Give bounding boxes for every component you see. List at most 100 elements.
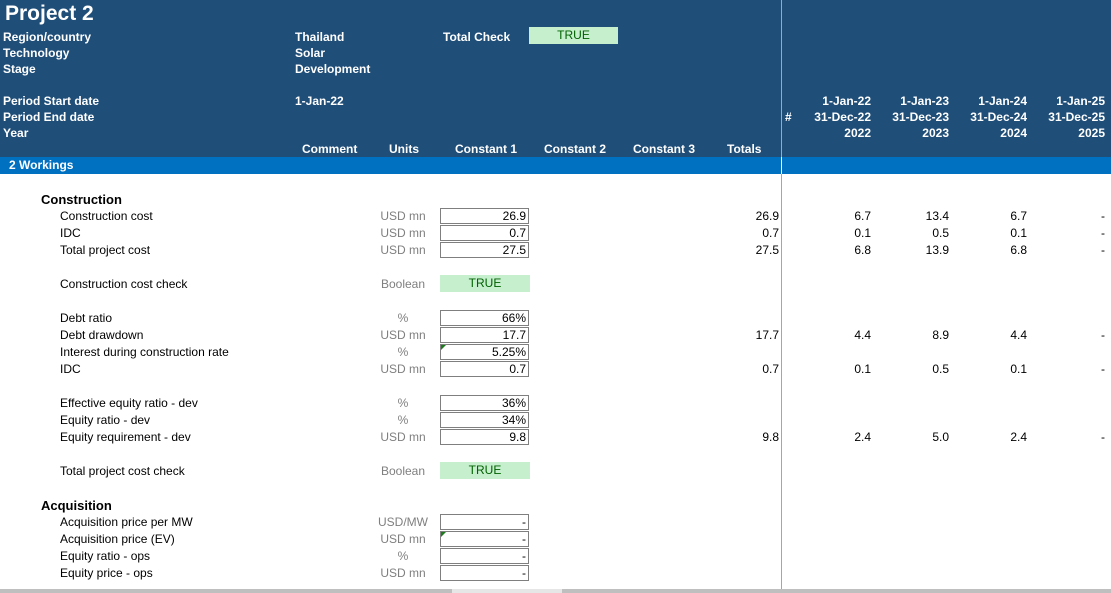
period-cell-2[interactable]: 13.4 bbox=[878, 209, 949, 223]
total-cell[interactable]: 0.7 bbox=[720, 226, 779, 240]
period-cell-1[interactable]: 0.1 bbox=[800, 226, 871, 240]
constant-1-cell[interactable]: 0.7 bbox=[440, 361, 529, 377]
period-year-col-1: 2022 bbox=[844, 126, 871, 140]
row-unit: USD mn bbox=[380, 328, 426, 342]
row-label: IDC bbox=[60, 226, 81, 240]
period-cell-1[interactable]: 2.4 bbox=[800, 430, 871, 444]
period-cell-2[interactable]: 13.9 bbox=[878, 243, 949, 257]
total-cell[interactable]: 0.7 bbox=[720, 362, 779, 376]
row-unit: % bbox=[397, 311, 409, 325]
col-header-units: Units bbox=[389, 142, 419, 156]
period-cell-4[interactable]: - bbox=[1034, 209, 1105, 223]
row-unit: USD mn bbox=[380, 226, 426, 240]
constant-1-cell[interactable]: 0.7 bbox=[440, 225, 529, 241]
row-unit: Boolean bbox=[380, 277, 426, 291]
period-cell-2[interactable]: 0.5 bbox=[878, 226, 949, 240]
project-title: Project 2 bbox=[5, 2, 94, 25]
period-cell-4[interactable]: - bbox=[1034, 328, 1105, 342]
hash-column-label: # bbox=[785, 110, 792, 124]
constant-1-cell[interactable]: 27.5 bbox=[440, 242, 529, 258]
value-technology[interactable]: Solar bbox=[295, 46, 325, 60]
row-unit: USD mn bbox=[380, 362, 426, 376]
horizontal-scrollbar[interactable] bbox=[0, 589, 1111, 593]
period-cell-4[interactable]: - bbox=[1034, 362, 1105, 376]
row-unit: % bbox=[397, 413, 409, 427]
row-label: Construction cost bbox=[60, 209, 153, 223]
check-value-cell[interactable]: TRUE bbox=[440, 275, 530, 292]
constant-1-cell[interactable]: 9.8 bbox=[440, 429, 529, 445]
total-cell[interactable]: 27.5 bbox=[720, 243, 779, 257]
period-start-col-2: 1-Jan-23 bbox=[900, 94, 949, 108]
period-cell-4[interactable]: - bbox=[1034, 226, 1105, 240]
row-unit: Boolean bbox=[380, 464, 426, 478]
period-cell-2[interactable]: 5.0 bbox=[878, 430, 949, 444]
period-cell-1[interactable]: 0.1 bbox=[800, 362, 871, 376]
constant-1-cell[interactable]: 17.7 bbox=[440, 327, 529, 343]
total-cell[interactable]: 17.7 bbox=[720, 328, 779, 342]
period-cell-3[interactable]: 6.8 bbox=[956, 243, 1027, 257]
total-check-value[interactable]: TRUE bbox=[529, 27, 618, 44]
col-header-comment: Comment bbox=[302, 142, 358, 156]
row-label: Equity ratio - dev bbox=[60, 413, 151, 427]
period-cell-3[interactable]: 2.4 bbox=[956, 430, 1027, 444]
row-label: IDC bbox=[60, 362, 81, 376]
row-unit: % bbox=[397, 396, 409, 410]
col-header-constant-1: Constant 1 bbox=[455, 142, 518, 156]
sheet-header: Project 2 Region/country Technology Stag… bbox=[0, 0, 1111, 157]
row-unit: USD mn bbox=[380, 243, 426, 257]
period-end-col-2: 31-Dec-23 bbox=[892, 110, 949, 124]
row-unit: USD mn bbox=[380, 532, 426, 546]
value-region[interactable]: Thailand bbox=[295, 30, 344, 44]
constant-1-cell[interactable]: - bbox=[440, 565, 529, 581]
period-cell-3[interactable]: 0.1 bbox=[956, 226, 1027, 240]
value-stage[interactable]: Development bbox=[295, 62, 370, 76]
row-label: Construction cost check bbox=[60, 277, 188, 291]
constant-1-cell[interactable]: - bbox=[440, 531, 529, 547]
total-cell[interactable]: 26.9 bbox=[720, 209, 779, 223]
period-start-col-3: 1-Jan-24 bbox=[978, 94, 1027, 108]
period-start-col-4: 1-Jan-25 bbox=[1056, 94, 1105, 108]
constant-1-cell[interactable]: - bbox=[440, 548, 529, 564]
period-cell-2[interactable]: 8.9 bbox=[878, 328, 949, 342]
row-unit: % bbox=[397, 345, 409, 359]
label-technology: Technology bbox=[3, 46, 70, 60]
period-start-col-1: 1-Jan-22 bbox=[822, 94, 871, 108]
check-value-cell[interactable]: TRUE bbox=[440, 462, 530, 479]
constant-1-cell[interactable]: - bbox=[440, 514, 529, 530]
period-cell-3[interactable]: 4.4 bbox=[956, 328, 1027, 342]
period-cell-1[interactable]: 6.8 bbox=[800, 243, 871, 257]
row-label: Interest during construction rate bbox=[60, 345, 229, 359]
row-unit: USD mn bbox=[380, 430, 426, 444]
scrollbar-track-left[interactable] bbox=[0, 589, 452, 593]
constant-1-cell[interactable]: 26.9 bbox=[440, 208, 529, 224]
scrollbar-track-right[interactable] bbox=[562, 589, 1111, 593]
row-label: Total project cost check bbox=[60, 464, 185, 478]
row-label: Debt drawdown bbox=[60, 328, 144, 342]
period-end-col-3: 31-Dec-24 bbox=[970, 110, 1027, 124]
period-cell-3[interactable]: 6.7 bbox=[956, 209, 1027, 223]
col-header-constant-2: Constant 2 bbox=[544, 142, 607, 156]
label-period-end: Period End date bbox=[3, 110, 95, 124]
period-cell-3[interactable]: 0.1 bbox=[956, 362, 1027, 376]
period-start-value[interactable]: 1-Jan-22 bbox=[295, 94, 344, 108]
col-header-totals: Totals bbox=[727, 142, 762, 156]
row-label: Equity requirement - dev bbox=[60, 430, 191, 444]
header-column-divider bbox=[781, 0, 782, 157]
period-cell-2[interactable]: 0.5 bbox=[878, 362, 949, 376]
constant-1-cell[interactable]: 5.25% bbox=[440, 344, 529, 360]
period-year-col-4: 2025 bbox=[1078, 126, 1105, 140]
period-cell-1[interactable]: 4.4 bbox=[800, 328, 871, 342]
row-label: Equity price - ops bbox=[60, 566, 153, 580]
section-title[interactable]: 2 Workings bbox=[9, 158, 73, 172]
constant-1-cell[interactable]: 36% bbox=[440, 395, 529, 411]
row-label: Acquisition price per MW bbox=[60, 515, 193, 529]
comment-indicator-icon bbox=[441, 532, 446, 537]
group-title-construction: Construction bbox=[41, 192, 122, 207]
period-cell-4[interactable]: - bbox=[1034, 430, 1105, 444]
constant-1-cell[interactable]: 34% bbox=[440, 412, 529, 428]
total-cell[interactable]: 9.8 bbox=[720, 430, 779, 444]
period-cell-1[interactable]: 6.7 bbox=[800, 209, 871, 223]
label-region: Region/country bbox=[3, 30, 92, 44]
period-cell-4[interactable]: - bbox=[1034, 243, 1105, 257]
constant-1-cell[interactable]: 66% bbox=[440, 310, 529, 326]
